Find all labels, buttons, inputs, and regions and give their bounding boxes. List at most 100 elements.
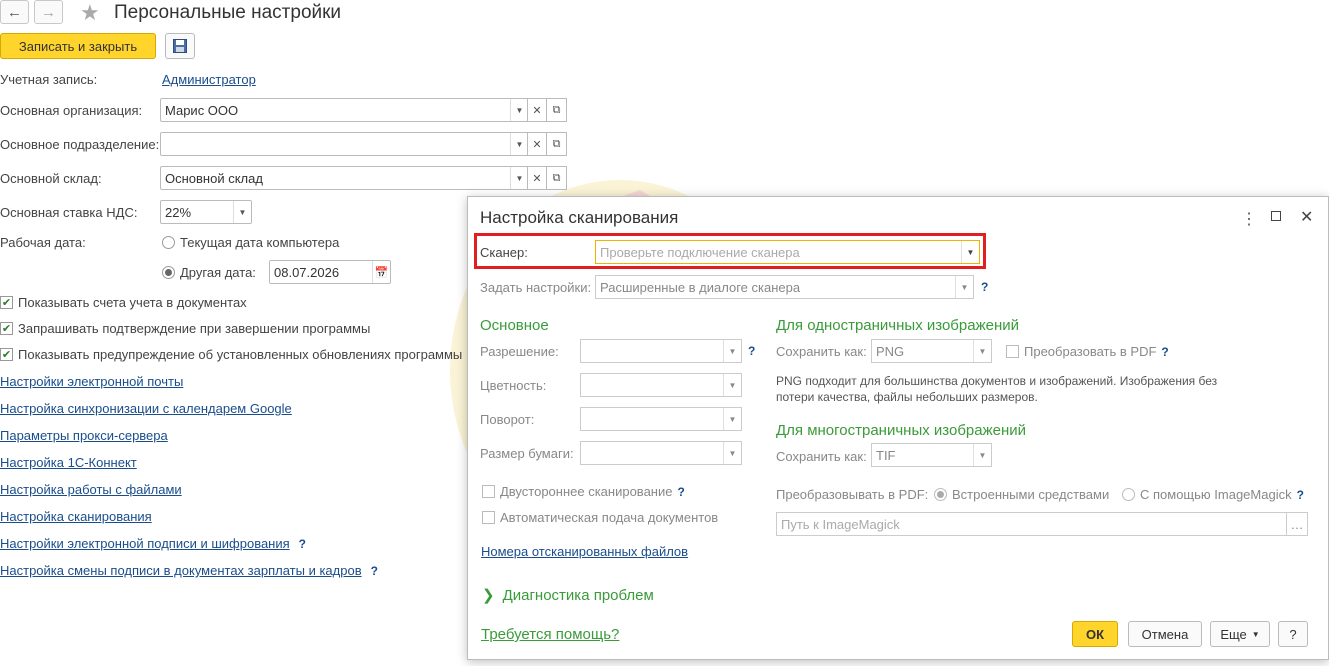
close-icon[interactable]: ✕ — [1300, 207, 1313, 227]
help-icon[interactable]: ? — [981, 280, 988, 294]
help-icon[interactable]: ? — [1161, 345, 1168, 359]
more-button[interactable]: Еще ▼ — [1210, 621, 1270, 647]
arrow-right-icon: → — [41, 3, 56, 21]
org-select[interactable]: Марис ООО ▼ — [160, 98, 529, 122]
help-icon[interactable]: ? — [371, 564, 378, 578]
chevron-down-icon[interactable]: ▼ — [723, 442, 741, 464]
dept-select[interactable]: ▼ — [160, 132, 529, 156]
checkbox-checked[interactable]: ✔ — [0, 296, 13, 309]
radio-current-date[interactable]: Текущая дата компьютера — [162, 235, 339, 250]
vat-select[interactable]: 22% ▼ — [160, 200, 252, 224]
help-icon[interactable]: ? — [299, 537, 306, 551]
paper-select[interactable]: ▼ — [580, 441, 742, 465]
color-select[interactable]: ▼ — [580, 373, 742, 397]
checkbox[interactable] — [482, 511, 495, 524]
browse-button[interactable]: … — [1286, 512, 1308, 536]
radio-button[interactable] — [162, 266, 175, 279]
warehouse-select[interactable]: Основной склад ▼ — [160, 166, 529, 190]
link-signature-change[interactable]: Настройка смены подписи в документах зар… — [0, 563, 362, 578]
radio-button[interactable] — [934, 488, 947, 501]
org-open-button[interactable]: ⧉ — [547, 98, 567, 122]
account-link[interactable]: Администратор — [162, 72, 256, 87]
help-icon[interactable]: ? — [1297, 488, 1304, 502]
imagemagick-path-input[interactable]: Путь к ImageMagick — [776, 512, 1287, 536]
checkbox[interactable] — [482, 485, 495, 498]
calendar-icon[interactable]: 📅 — [372, 261, 390, 283]
scanned-numbers-link[interactable]: Номера отсканированных файлов — [481, 544, 688, 559]
multi-format-value: TIF — [876, 447, 896, 463]
link-email-settings[interactable]: Настройки электронной почты — [0, 374, 183, 389]
org-clear-button[interactable]: ✕ — [527, 98, 547, 122]
single-page-header: Для одностраничных изображений — [776, 317, 1019, 334]
maximize-icon[interactable] — [1271, 211, 1281, 221]
chk-show-accounts[interactable]: ✔ Показывать счета учета в документах — [0, 295, 247, 310]
chevron-down-icon[interactable]: ▼ — [973, 444, 991, 466]
chevron-down-icon: ▼ — [1251, 629, 1260, 639]
ok-button[interactable]: ОК — [1072, 621, 1118, 647]
link-files[interactable]: Настройка работы с файлами — [0, 482, 182, 497]
help-button[interactable]: ? — [1278, 621, 1308, 647]
chk-update-warning[interactable]: ✔ Показывать предупреждение об установле… — [0, 347, 462, 362]
diagnostics-toggle[interactable]: ❯ Диагностика проблем — [482, 586, 654, 605]
dept-clear-button[interactable]: ✕ — [527, 132, 547, 156]
multi-format-select[interactable]: TIF ▼ — [871, 443, 992, 467]
help-icon[interactable]: ? — [748, 344, 755, 358]
checkbox[interactable] — [1006, 345, 1019, 358]
dept-open-button[interactable]: ⧉ — [547, 132, 567, 156]
vat-label: Основная ставка НДС: — [0, 205, 138, 220]
settings-select[interactable]: Расширенные в диалоге сканера ▼ — [595, 275, 974, 299]
radio-button[interactable] — [1122, 488, 1135, 501]
single-save-as-label: Сохранить как: — [776, 344, 867, 359]
chevron-down-icon[interactable]: ▼ — [723, 408, 741, 430]
close-icon: ✕ — [532, 172, 542, 185]
back-button[interactable]: ← — [0, 0, 29, 24]
cancel-button[interactable]: Отмена — [1128, 621, 1202, 647]
chevron-down-icon[interactable]: ▼ — [955, 276, 973, 298]
to-pdf-label: Преобразовать в PDF — [1024, 344, 1157, 359]
save-and-close-button[interactable]: Записать и закрыть — [0, 33, 156, 59]
chevron-down-icon[interactable]: ▼ — [510, 133, 528, 155]
imagemagick-label: С помощью ImageMagick — [1140, 487, 1292, 502]
help-icon[interactable]: ? — [677, 485, 684, 499]
floppy-icon — [173, 39, 187, 53]
resolution-select[interactable]: ▼ — [580, 339, 742, 363]
checkbox-checked[interactable]: ✔ — [0, 348, 13, 361]
checkbox-checked[interactable]: ✔ — [0, 322, 13, 335]
chevron-down-icon[interactable]: ▼ — [233, 201, 251, 223]
vat-value: 22% — [165, 204, 192, 220]
rotation-select[interactable]: ▼ — [580, 407, 742, 431]
chevron-down-icon[interactable]: ▼ — [973, 340, 991, 362]
to-pdf-checkbox-row[interactable]: Преобразовать в PDF ? — [1006, 344, 1169, 359]
forward-button[interactable]: → — [34, 0, 63, 24]
arrow-left-icon: ← — [7, 3, 22, 21]
single-format-select[interactable]: PNG ▼ — [871, 339, 992, 363]
warehouse-open-button[interactable]: ⧉ — [547, 166, 567, 190]
link-google-calendar[interactable]: Настройка синхронизации с календарем Goo… — [0, 401, 292, 416]
radio-button[interactable] — [162, 236, 175, 249]
radio-other-date[interactable]: Другая дата: — [162, 265, 256, 280]
link-proxy[interactable]: Параметры прокси-сервера — [0, 428, 168, 443]
builtin-radio-row[interactable]: Встроенными средствами — [934, 487, 1109, 502]
chevron-down-icon[interactable]: ▼ — [510, 167, 528, 189]
chevron-right-icon: ❯ — [482, 587, 495, 604]
paper-label: Размер бумаги: — [480, 446, 574, 461]
multi-page-header: Для многостраничных изображений — [776, 422, 1027, 439]
other-date-input[interactable]: 08.07.2026 📅 — [269, 260, 391, 284]
imagemagick-radio-row[interactable]: С помощью ImageMagick ? — [1122, 487, 1304, 502]
need-help-link[interactable]: Требуется помощь? — [481, 626, 619, 643]
star-icon[interactable]: ★ — [80, 0, 100, 26]
warehouse-clear-button[interactable]: ✕ — [527, 166, 547, 190]
chevron-down-icon[interactable]: ▼ — [510, 99, 528, 121]
builtin-label: Встроенными средствами — [952, 487, 1110, 502]
duplex-checkbox-row[interactable]: Двустороннее сканирование ? — [482, 484, 685, 499]
link-scanning[interactable]: Настройка сканирования — [0, 509, 152, 524]
link-1c-connect[interactable]: Настройка 1С-Коннект — [0, 455, 137, 470]
chk-confirm-exit[interactable]: ✔ Запрашивать подтверждение при завершен… — [0, 321, 370, 336]
link-esign[interactable]: Настройки электронной подписи и шифрован… — [0, 536, 290, 551]
chevron-down-icon[interactable]: ▼ — [723, 340, 741, 362]
multi-save-as-label: Сохранить как: — [776, 449, 867, 464]
save-button[interactable] — [165, 33, 195, 59]
autofeed-checkbox-row[interactable]: Автоматическая подача документов — [482, 510, 718, 525]
more-vert-icon[interactable]: ⋮ — [1241, 209, 1257, 229]
chevron-down-icon[interactable]: ▼ — [723, 374, 741, 396]
